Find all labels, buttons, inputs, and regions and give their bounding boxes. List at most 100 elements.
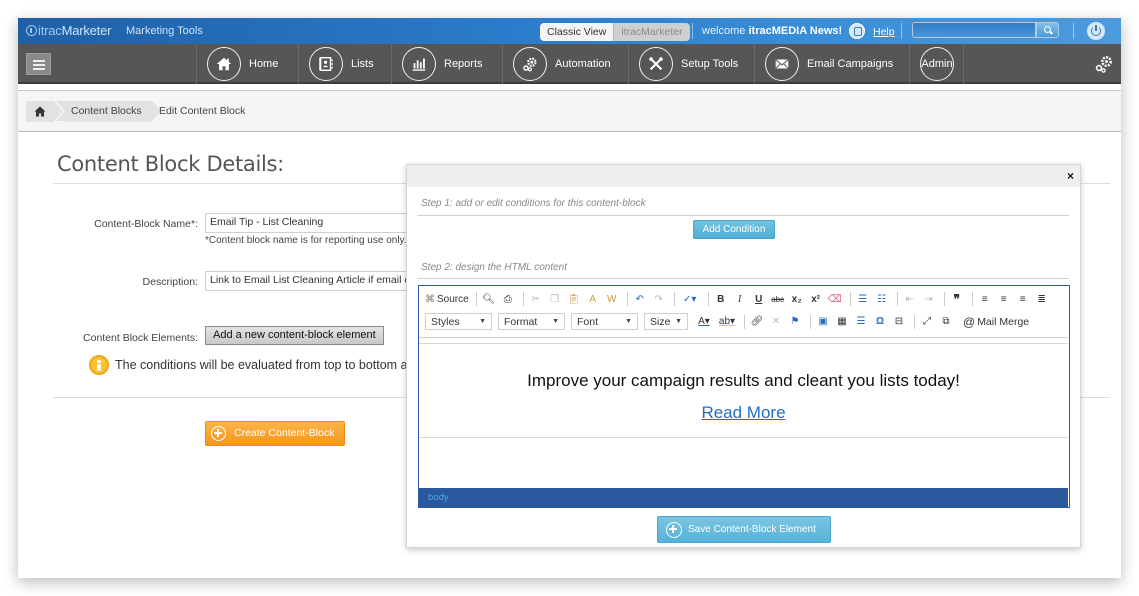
editor-content-area[interactable]: Improve your campaign results and cleant… [419,338,1068,488]
blockquote-icon[interactable]: ❞ [949,291,965,307]
welcome-text: welcome itracMEDIA News! [702,25,842,37]
justify-icon[interactable]: ≣ [1034,291,1050,307]
home-icon [34,106,46,117]
toolbar-separator [943,292,945,306]
text-color-icon[interactable]: A▾ [694,314,714,330]
table-icon[interactable]: ▦ [834,314,850,330]
align-left-icon[interactable]: ≡ [977,291,993,307]
help-link[interactable]: Help [873,26,895,38]
outdent-icon[interactable]: ⇤ [902,291,918,307]
page-break-icon[interactable]: ⊟ [891,314,907,330]
align-center-icon[interactable]: ≡ [996,291,1012,307]
admin-label: Admin [920,47,954,81]
cut-icon[interactable]: ✂ [528,291,544,307]
content-block-name-input[interactable]: Email Tip - List Cleaning [205,213,415,233]
paste-icon[interactable]: 📋︎ [566,291,582,307]
nav-automation[interactable]: Automation [502,44,628,84]
breadcrumb-content-blocks[interactable]: Content Blocks [56,101,161,122]
paste-text-icon[interactable]: A [585,291,601,307]
logout-power-icon[interactable] [1087,22,1105,40]
nav-email-campaigns[interactable]: Email Campaigns [754,44,909,84]
paste-word-icon[interactable]: W [604,291,620,307]
preview-icon[interactable]: 🔍︎ [481,291,497,307]
redo-icon[interactable]: ↷ [651,291,667,307]
format-dropdown[interactable]: Format ▼ [498,313,565,330]
strikethrough-icon[interactable]: abc [770,291,786,307]
maximize-icon[interactable]: ⤢ [919,314,935,330]
unlink-icon[interactable]: ✕ [768,314,784,330]
settings-gear-icon[interactable] [1094,54,1114,74]
anchor-flag-icon[interactable]: ⚑ [787,314,803,330]
itracmarketer-view-button[interactable]: itracMarketer [613,23,690,41]
special-char-omega-icon[interactable]: Ω [872,314,888,330]
styles-dropdown[interactable]: Styles ▼ [425,313,492,330]
read-more-link[interactable]: Read More [419,403,1068,423]
source-icon: ⌘ [425,293,435,305]
bar-chart-icon [402,47,436,81]
numbered-list-icon[interactable]: ☰ [855,291,871,307]
horizontal-line-icon[interactable]: ☰ [853,314,869,330]
hamburger-menu-button[interactable] [26,53,51,75]
nav-reports[interactable]: Reports [391,44,502,84]
indent-icon[interactable]: ⇥ [921,291,937,307]
breadcrumb-home[interactable] [26,101,63,122]
toolbar-separator [707,292,709,306]
caret-down-icon: ▼ [552,318,559,325]
content-block-element-modal: × Step 1: add or edit conditions for thi… [406,164,1081,548]
toolbar-separator [849,292,851,306]
subscript-icon[interactable]: x₂ [789,291,805,307]
italic-icon[interactable]: I [732,291,748,307]
help-icon[interactable] [849,23,865,39]
classic-view-button[interactable]: Classic View [540,23,614,41]
background-color-icon[interactable]: ab▾ [717,314,737,330]
welcome-prefix: welcome [702,25,749,37]
mail-merge-label: Mail Merge [977,315,1030,328]
mail-merge-button[interactable]: @ Mail Merge [963,314,1029,330]
link-icon[interactable]: 🔗︎ [749,314,765,330]
create-content-block-button[interactable]: Create Content-Block [205,421,345,446]
show-blocks-icon[interactable]: ⧉ [938,314,954,330]
element-path[interactable]: body [428,492,449,503]
caret-down-icon: ▼ [479,318,486,325]
toolbar-separator [914,314,915,329]
nav-label: Lists [351,58,374,70]
toolbar-separator [810,314,811,329]
search-button[interactable] [1036,22,1059,38]
save-content-block-element-button[interactable]: Save Content-Block Element [657,516,831,543]
search-input[interactable] [912,22,1036,38]
logo-suffix: Marketer [61,23,112,38]
bulleted-list-icon[interactable]: ☷ [874,291,890,307]
home-icon [207,47,241,81]
underline-icon[interactable]: U [751,291,767,307]
size-dropdown[interactable]: Size ▼ [644,313,688,330]
align-right-icon[interactable]: ≡ [1015,291,1031,307]
copy-icon[interactable]: ❐ [547,291,563,307]
nav-lists[interactable]: Lists [298,44,391,84]
undo-icon[interactable]: ↶ [632,291,648,307]
font-dropdown[interactable]: Font ▼ [571,313,638,330]
toolbar-separator [522,292,524,306]
logo[interactable]: itracMarketer [26,23,111,38]
close-icon[interactable]: × [1067,169,1074,183]
description-input[interactable]: Link to Email List Cleaning Article if e… [205,271,415,291]
breadcrumb: Content Blocks Edit Content Block [18,90,1121,132]
bold-icon[interactable]: B [713,291,729,307]
toolbar-separator [626,292,628,306]
spellcheck-icon[interactable]: ✓▾ [679,291,701,307]
address-book-icon [309,47,343,81]
modal-header: × [407,165,1080,187]
save-button-label: Save Content-Block Element [688,524,816,535]
nav-setup-tools[interactable]: Setup Tools [628,44,754,84]
print-icon[interactable]: ⎙ [500,291,516,307]
section-title: Marketing Tools [126,25,203,37]
source-button[interactable]: ⌘ Source [425,291,469,307]
superscript-icon[interactable]: x² [808,291,824,307]
nav-home[interactable]: Home [196,44,298,84]
remove-format-icon[interactable]: ⌫ [827,291,843,307]
nav-label: Setup Tools [681,58,739,70]
nav-admin[interactable]: Admin [909,44,963,84]
content-block-elements-label: Content Block Elements: [83,332,198,344]
add-content-block-element-button[interactable]: Add a new content-block element [205,326,384,345]
add-condition-button[interactable]: Add Condition [693,220,775,239]
image-icon[interactable]: ▣ [815,314,831,330]
